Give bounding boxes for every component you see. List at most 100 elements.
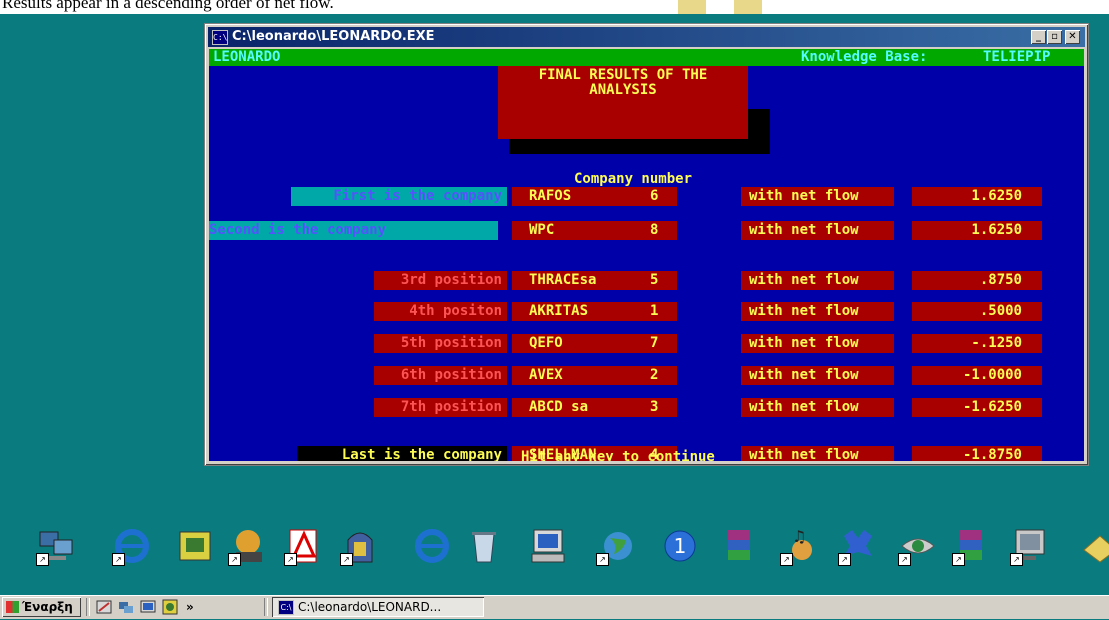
status-bar: LEONARDO Knowledge Base: TELIEPIP	[209, 49, 1084, 66]
maximize-button[interactable]: ▫	[1047, 30, 1062, 44]
shortcut-arrow-icon: ↗	[952, 553, 965, 566]
company-name: WPC	[529, 222, 555, 238]
close-button[interactable]: ✕	[1065, 30, 1080, 44]
net-flow-label: with net flow	[741, 271, 894, 290]
company-cell: RAFOS 6	[512, 187, 677, 206]
start-label: Έναρξη	[22, 600, 73, 614]
company-cell: THRACEsa 5	[512, 271, 677, 290]
show-desktop-icon[interactable]	[96, 599, 112, 615]
company-number: 5	[650, 272, 659, 288]
title-bar[interactable]: C:\ C:\leonardo\LEONARDO.EXE _ ▫ ✕	[208, 27, 1085, 47]
shortcut-arrow-icon: ↗	[228, 553, 241, 566]
results-banner: FINAL RESULTS OF THE ANALYSIS	[498, 66, 748, 139]
rank-label: Second is the company	[209, 221, 498, 240]
shortcut-arrow-icon: ↗	[1010, 553, 1023, 566]
company-cell: AKRITAS 1	[512, 302, 677, 321]
rank-label: 4th positon	[374, 302, 507, 321]
net-flow-value: 1.6250	[912, 221, 1042, 240]
shortcut-arrow-icon: ↗	[898, 553, 911, 566]
shortcut-arrow-icon: ↗	[284, 553, 297, 566]
windows-logo-icon	[6, 601, 19, 613]
rank-label: 5th position	[374, 334, 507, 353]
company-name: ABCD sa	[529, 399, 589, 415]
explorer-icon[interactable]	[140, 599, 156, 615]
decoration-block	[734, 0, 762, 14]
network-icon[interactable]: ↗	[36, 526, 76, 566]
net-flow-label: with net flow	[741, 446, 894, 461]
taskbar: Έναρξη » C:\ C:\leonardo\LEONARD...	[0, 595, 1109, 619]
task-leonardo-button[interactable]: C:\ C:\leonardo\LEONARD...	[272, 597, 484, 617]
company-name: QEFO	[529, 335, 563, 351]
control-panel-quick-icon[interactable]	[162, 599, 178, 615]
knowledge-base-label: Knowledge Base:	[801, 49, 928, 65]
internet-explorer-icon[interactable]: ↗	[112, 526, 152, 566]
internet-explorer-2-icon[interactable]	[412, 526, 452, 566]
rank-label: 3rd position	[374, 271, 507, 290]
net-flow-value: -1.8750	[912, 446, 1042, 461]
company-cell: QEFO 7	[512, 334, 677, 353]
winrar-icon[interactable]	[720, 526, 760, 566]
company-number: 2	[650, 367, 659, 383]
rank-label: Last is the company	[297, 446, 507, 461]
company-number: 8	[650, 222, 659, 238]
display-icon[interactable]: ↗	[1010, 526, 1050, 566]
banner-line-2: ANALYSIS	[589, 82, 657, 98]
document-caption: Results appear in a descending order of …	[2, 0, 334, 12]
rank-label: 7th position	[374, 398, 507, 417]
company-cell: WPC 8	[512, 221, 677, 240]
driver-icon[interactable]: ↗	[838, 526, 878, 566]
folder-icon[interactable]	[1080, 526, 1109, 566]
company-number: 3	[650, 399, 659, 415]
shortcut-arrow-icon: ↗	[340, 553, 353, 566]
company-name: AVEX	[529, 367, 563, 383]
taskbar-separator	[264, 598, 268, 616]
net-flow-value: -1.6250	[912, 398, 1042, 417]
company-number: 6	[650, 188, 659, 204]
network-tray-icon[interactable]	[118, 599, 134, 615]
net-flow-value: .8750	[912, 271, 1042, 290]
net-flow-value: .5000	[912, 302, 1042, 321]
rank-label: First is the company	[291, 187, 507, 206]
acrobat-icon[interactable]: ↗	[284, 526, 324, 566]
company-number: 7	[650, 335, 659, 351]
console-screen[interactable]: LEONARDO Knowledge Base: TELIEPIP FINAL …	[209, 49, 1084, 461]
console-app-icon: C:\	[278, 600, 294, 615]
eye-icon[interactable]: ↗	[898, 526, 938, 566]
app-name: LEONARDO	[213, 49, 281, 65]
window-title: C:\leonardo\LEONARDO.EXE	[232, 29, 435, 44]
minimize-button[interactable]: _	[1031, 30, 1046, 44]
shortcut-arrow-icon: ↗	[596, 553, 609, 566]
banner-line-1: FINAL RESULTS OF THE	[538, 67, 708, 83]
decoration-block	[678, 0, 706, 14]
console-app-icon[interactable]: C:\	[212, 30, 228, 45]
company-name: AKRITAS	[529, 303, 589, 319]
recycle-bin-icon[interactable]	[464, 526, 504, 566]
media-player-icon[interactable]: ↗	[228, 526, 268, 566]
info-icon[interactable]: 1	[660, 526, 700, 566]
rank-label: 6th position	[374, 366, 507, 385]
music-icon[interactable]: ♫ ↗	[780, 526, 820, 566]
company-name: RAFOS	[529, 188, 572, 204]
knowledge-base-value: TELIEPIP	[983, 49, 1051, 65]
shortcut-arrow-icon: ↗	[112, 553, 125, 566]
document-caption-strip: Results appear in a descending order of …	[0, 0, 1109, 14]
start-button[interactable]: Έναρξη	[2, 597, 81, 617]
net-flow-label: with net flow	[741, 398, 894, 417]
console-window[interactable]: C:\ C:\leonardo\LEONARDO.EXE _ ▫ ✕ LEONA…	[204, 23, 1089, 466]
control-panel-icon[interactable]	[176, 526, 216, 566]
svg-text:♫: ♫	[792, 527, 806, 546]
company-number-header: Company number	[574, 171, 693, 187]
more-quicklaunch-icon[interactable]: »	[186, 599, 202, 615]
globe-icon[interactable]: ↗	[596, 526, 636, 566]
company-number: 1	[650, 303, 659, 319]
company-cell: ABCD sa 3	[512, 398, 677, 417]
my-computer-icon[interactable]	[528, 526, 568, 566]
svg-text:1: 1	[674, 534, 687, 558]
company-name: THRACEsa	[529, 272, 597, 288]
continue-prompt: Hit any key to continue	[521, 449, 715, 461]
archive-icon[interactable]: ↗	[952, 526, 992, 566]
jukebox-icon[interactable]: ↗	[340, 526, 380, 566]
task-label: C:\leonardo\LEONARD...	[298, 600, 442, 614]
shortcut-arrow-icon: ↗	[838, 553, 851, 566]
net-flow-label: with net flow	[741, 221, 894, 240]
